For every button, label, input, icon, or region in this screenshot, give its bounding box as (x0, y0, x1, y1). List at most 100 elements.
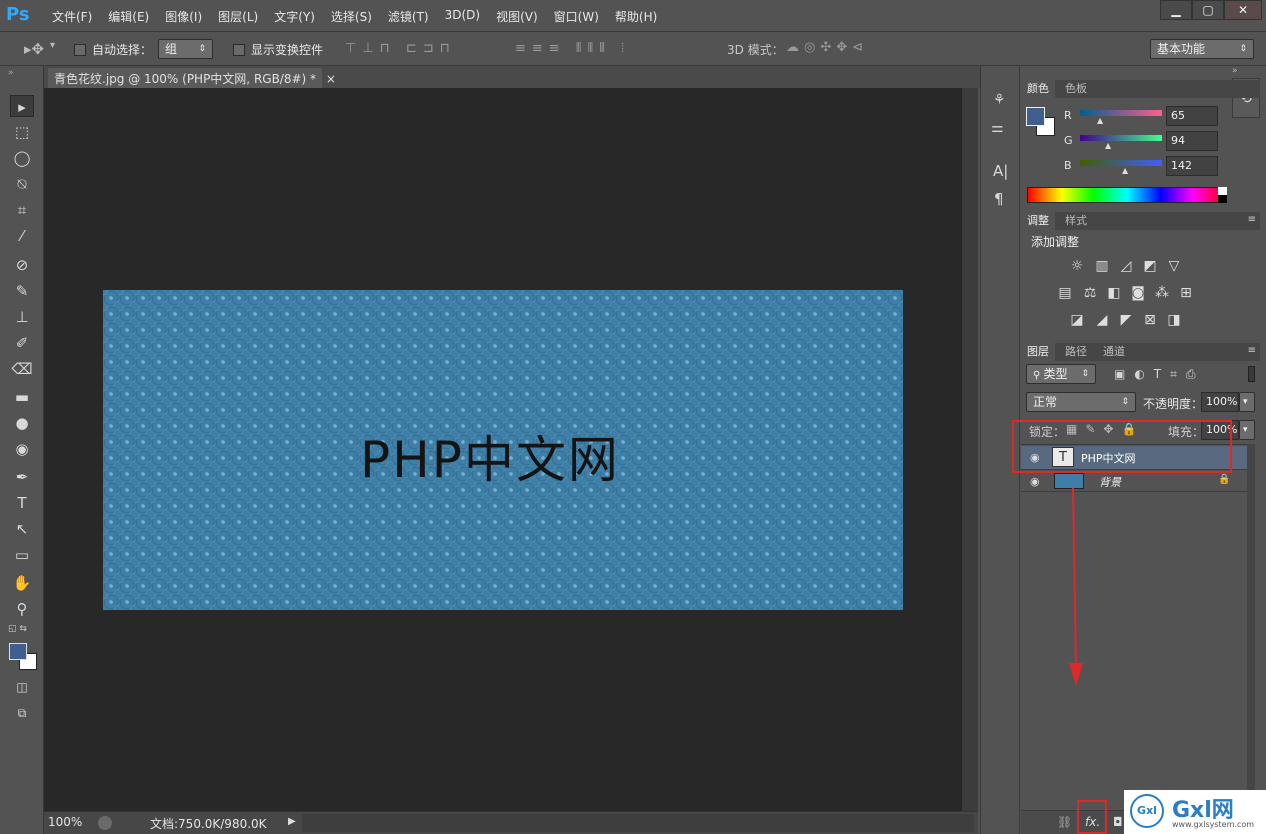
color-spectrum-bar[interactable] (1027, 187, 1227, 203)
filter-toggle[interactable] (1248, 366, 1255, 382)
vibrance-icon[interactable]: ▽ (1165, 258, 1183, 274)
vertical-scrollbar[interactable] (962, 88, 978, 811)
photo-filter-icon[interactable]: ◙ (1129, 285, 1147, 301)
workspace-dropdown[interactable]: 基本功能 ⇕ (1150, 39, 1254, 59)
canvas-text-layer[interactable]: PHP中文网 (360, 420, 620, 492)
close-tab-icon[interactable]: × (326, 72, 336, 86)
pen-tool-icon[interactable]: ✒ (10, 466, 34, 488)
opacity-value[interactable]: 100% (1201, 392, 1239, 412)
color-balance-icon[interactable]: ⚖ (1081, 285, 1099, 301)
menu-layer[interactable]: 图层(L) (210, 8, 266, 25)
eyedropper-tool-icon[interactable]: ⁄ (10, 225, 34, 247)
collapse-icon[interactable]: » (8, 68, 14, 78)
hand-tool-icon[interactable]: ✋ (10, 572, 34, 594)
close-window-button[interactable]: ✕ (1224, 0, 1262, 20)
zoom-level[interactable]: 100% (48, 815, 82, 829)
auto-select-checkbox[interactable] (74, 42, 86, 56)
exposure-icon[interactable]: ◩ (1141, 258, 1159, 274)
quick-select-tool-icon[interactable]: ⍉ (10, 173, 34, 195)
distribute-icons[interactable]: ≡≡≡ ⦀⦀⦀ ⦙ (515, 41, 630, 56)
collapse-panels-icon[interactable]: » (1232, 66, 1238, 76)
channel-mixer-icon[interactable]: ⁂ (1153, 285, 1171, 301)
tab-layers[interactable]: 图层 (1021, 343, 1055, 361)
align-icons[interactable]: ⊤⊥⊓ ⊏⊐⊓ (345, 41, 456, 56)
minimize-button[interactable]: ▁ (1160, 0, 1192, 20)
bw-chip[interactable] (1218, 187, 1227, 203)
layer-filter-dropdown[interactable]: ⚲ 类型 ⇕ (1026, 364, 1096, 384)
move-tool-preset-icon[interactable]: ▸✥ (24, 40, 44, 58)
dodge-tool-icon[interactable]: ◉ (10, 438, 34, 460)
eraser-tool-icon[interactable]: ⌫ (10, 358, 34, 380)
b-slider[interactable] (1080, 160, 1162, 166)
marquee-tool-icon[interactable]: ⬚ (10, 121, 34, 143)
r-value[interactable]: 65 (1166, 106, 1218, 126)
menu-file[interactable]: 文件(F) (44, 8, 100, 25)
black-white-icon[interactable]: ◧ (1105, 285, 1123, 301)
menu-3d[interactable]: 3D(D) (437, 8, 488, 25)
move-tool-icon[interactable]: ▸ (10, 95, 34, 117)
tab-color[interactable]: 颜色 (1021, 80, 1055, 98)
character-panel-icon[interactable]: A| (993, 162, 1008, 180)
blur-tool-icon[interactable]: ● (10, 412, 34, 434)
menu-edit[interactable]: 编辑(E) (100, 8, 157, 25)
play-icon[interactable]: ▶ (288, 816, 296, 827)
tab-channels[interactable]: 通道 (1097, 343, 1131, 361)
maximize-button[interactable]: ▢ (1192, 0, 1224, 20)
menu-window[interactable]: 窗口(W) (546, 8, 607, 25)
brush-settings-icon[interactable]: ⚌ (991, 120, 1004, 136)
layer-mask-icon[interactable]: ◘ (1113, 815, 1123, 829)
g-slider[interactable] (1080, 135, 1162, 141)
posterize-icon[interactable]: ◢ (1093, 312, 1111, 328)
status-icon[interactable] (98, 816, 112, 830)
opacity-dropdown[interactable]: ▾ (1239, 392, 1255, 412)
tab-paths[interactable]: 路径 (1059, 343, 1093, 361)
zoom-tool-icon[interactable]: ⚲ (10, 598, 34, 620)
type-tool-icon[interactable]: T (10, 492, 34, 514)
layers-scrollbar[interactable] (1247, 444, 1255, 812)
default-colors-icon[interactable]: ◱ ⇆ (8, 624, 27, 634)
quick-mask-icon[interactable]: ◫ (10, 676, 34, 698)
menu-select[interactable]: 选择(S) (323, 8, 380, 25)
menu-type[interactable]: 文字(Y) (266, 8, 323, 25)
link-layers-icon[interactable]: ⛓ (1057, 815, 1072, 829)
b-value[interactable]: 142 (1166, 156, 1218, 176)
levels-icon[interactable]: ▥ (1093, 258, 1111, 274)
blend-mode-dropdown[interactable]: 正常 ⇕ (1026, 392, 1136, 412)
horizontal-scrollbar[interactable] (302, 814, 974, 832)
path-select-tool-icon[interactable]: ↖ (10, 518, 34, 540)
healing-brush-tool-icon[interactable]: ⊘ (10, 254, 34, 276)
screen-mode-icon[interactable]: ⧉ (10, 702, 34, 724)
panel-menu-icon[interactable]: ≡ (1248, 214, 1256, 225)
tab-adjustments[interactable]: 调整 (1021, 212, 1055, 230)
layers-panel-menu-icon[interactable]: ≡ (1248, 345, 1256, 356)
gradient-map-icon[interactable]: ⊠ (1141, 312, 1159, 328)
auto-select-dropdown[interactable]: 组 ⇕ (158, 39, 213, 59)
3d-mode-icons[interactable]: ☁◎✣✥⊲ (786, 40, 868, 55)
foreground-color-swatch[interactable] (9, 643, 27, 660)
stamp-tool-icon[interactable]: ⊥ (10, 306, 34, 328)
brush-tool-icon[interactable]: ✎ (10, 280, 34, 302)
threshold-icon[interactable]: ◤ (1117, 312, 1135, 328)
curves-icon[interactable]: ◿ (1117, 258, 1135, 274)
r-slider[interactable] (1080, 110, 1162, 116)
gradient-tool-icon[interactable]: ▬ (10, 386, 34, 408)
layer-name[interactable]: 背景 (1099, 474, 1121, 490)
tab-swatches[interactable]: 色板 (1059, 80, 1093, 98)
g-slider-thumb[interactable]: ▲ (1105, 141, 1111, 150)
menu-view[interactable]: 视图(V) (488, 8, 546, 25)
document-tab[interactable]: 青色花纹.jpg @ 100% (PHP中文网, RGB/8#) * × (48, 68, 336, 88)
b-slider-thumb[interactable]: ▲ (1122, 166, 1128, 175)
r-slider-thumb[interactable]: ▲ (1097, 116, 1103, 125)
menu-help[interactable]: 帮助(H) (607, 8, 665, 25)
layer-filter-icons[interactable]: ▣◐T⌗⎙ (1114, 367, 1205, 382)
history-brush-tool-icon[interactable]: ✐ (10, 332, 34, 354)
menu-image[interactable]: 图像(I) (157, 8, 210, 25)
g-value[interactable]: 94 (1166, 131, 1218, 151)
chevron-down-icon[interactable]: ▾ (50, 40, 55, 51)
visibility-eye-icon[interactable]: ◉ (1030, 475, 1040, 488)
show-transform-checkbox[interactable] (233, 42, 245, 56)
brightness-icon[interactable]: ☼ (1068, 258, 1086, 274)
rectangle-tool-icon[interactable]: ▭ (10, 544, 34, 566)
lasso-tool-icon[interactable]: ◯ (10, 147, 34, 169)
paragraph-panel-icon[interactable]: ¶ (994, 190, 1004, 208)
